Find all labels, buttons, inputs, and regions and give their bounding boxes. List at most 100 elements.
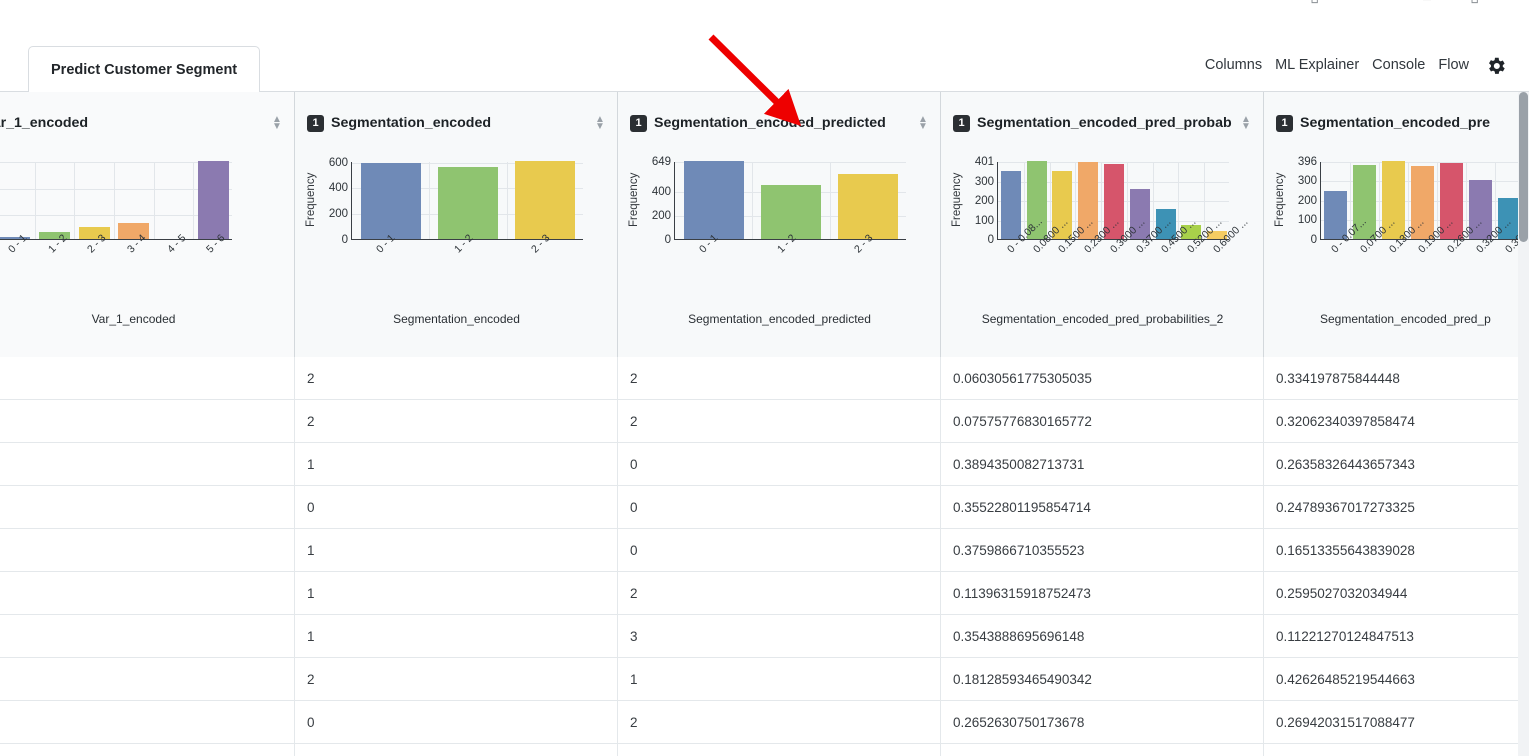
x-axis-ticks: 0 - 11 - 22 - 3 (351, 232, 583, 289)
clipped-icon-1[interactable]: ✎ (1258, 0, 1272, 6)
y-tick-label: 0 (987, 234, 994, 246)
table-cell[interactable]: 2 (295, 400, 618, 443)
table-cell[interactable] (0, 400, 295, 443)
table-cell[interactable]: 0.2595027032034944 (1264, 572, 1529, 615)
chart-bar (515, 161, 576, 239)
table-cell[interactable]: 2 (618, 701, 941, 744)
table-cell[interactable] (0, 572, 295, 615)
console-button[interactable]: Console (1372, 57, 1425, 73)
table-cell[interactable]: 2 (618, 572, 941, 615)
table-row[interactable]: 0 2 0.2652630750173678 0.26942031517088477 (0, 701, 1529, 744)
table-cell[interactable]: 0.18128593465490342 (941, 658, 1264, 701)
table-row[interactable]: 0 0 0.35522801195854714 0.24789367017273325 (0, 486, 1529, 529)
table-cell[interactable]: 0.11396315918752473 (941, 572, 1264, 615)
chart-bar (197, 161, 229, 239)
table-cell[interactable]: 0.3759866710355523 (941, 529, 1264, 572)
table-cell[interactable]: 0.11221270124847513 (1264, 615, 1529, 658)
table-cell[interactable]: 0.3543888695696148 (941, 615, 1264, 658)
table-cell[interactable]: 0.16513355643839028 (1264, 529, 1529, 572)
table-row[interactable]: 1 2 0.11396315918752473 0.2595027032034944 (0, 572, 1529, 615)
column-header-bar: 1Segmentation_encoded_pre▲▼ (1264, 92, 1529, 136)
vertical-scrollbar-thumb[interactable] (1519, 92, 1528, 242)
table-row[interactable]: 1 0 0.3759866710355523 0.16513355643839028 (0, 529, 1529, 572)
table-cell[interactable]: 3 (618, 615, 941, 658)
table-cell[interactable]: 0 (618, 486, 941, 529)
data-grid[interactable]: Var_1_encoded ▲▼ 53400050000 - 11 - 22 - 3… (0, 92, 1529, 756)
y-axis-ticks: 649 400 200 0 (634, 156, 671, 246)
column-header-2[interactable]: 1 Segmentation_encoded_predicted ▲ ▼ Frequen… (618, 92, 941, 357)
clipped-icon-3[interactable]: ■ (1422, 0, 1432, 6)
sort-toggle-icon[interactable]: ▲ ▼ (1239, 115, 1253, 132)
y-tick-label: 401 (974, 156, 994, 168)
flow-button[interactable]: Flow (1438, 57, 1469, 73)
table-row[interactable]: 2 2 0.07575776830165772 0.32062340397858474 (0, 400, 1529, 443)
ml-explainer-button[interactable]: ML Explainer (1275, 57, 1359, 73)
table-cell[interactable]: 0 (618, 529, 941, 572)
table-cell[interactable]: 1 (618, 658, 941, 701)
table-cell[interactable]: 0 (618, 443, 941, 486)
gear-icon[interactable] (1485, 55, 1507, 77)
table-cell[interactable]: 0.42626485219544663 (1264, 658, 1529, 701)
tab-predict-customer-segment[interactable]: Predict Customer Segment (28, 46, 261, 93)
table-cell[interactable]: 2 (295, 357, 618, 400)
table-cell[interactable] (0, 357, 295, 400)
table-cell[interactable]: 1 (295, 529, 618, 572)
y-axis-ticks: 401 300 200 100 0 (957, 156, 994, 246)
table-cell[interactable]: 1 (295, 572, 618, 615)
table-row[interactable] (0, 744, 1529, 756)
table-cell[interactable] (0, 486, 295, 529)
table-cell[interactable]: 2 (618, 357, 941, 400)
table-row[interactable]: 2 1 0.18128593465490342 0.42626485219544663 (0, 658, 1529, 701)
table-cell[interactable] (0, 744, 295, 756)
table-cell[interactable]: 0 (295, 701, 618, 744)
column-header-bar: 1 Segmentation_encoded_pred_probabilities… (941, 92, 1263, 136)
vertical-scrollbar[interactable] (1518, 92, 1529, 756)
table-cell[interactable]: 0.334197875844448 (1264, 357, 1529, 400)
sort-toggle-icon[interactable]: ▲ ▼ (593, 115, 607, 132)
y-tick-label: 649 (651, 156, 671, 168)
table-row[interactable]: 1 3 0.3543888695696148 0.11221270124847513 (0, 615, 1529, 658)
column-header-3[interactable]: 1 Segmentation_encoded_pred_probabilities… (941, 92, 1264, 357)
table-cell[interactable] (0, 658, 295, 701)
table-cell[interactable] (295, 744, 618, 756)
column-header-1[interactable]: 1 Segmentation_encoded ▲ ▼ Frequency 600 400 20… (295, 92, 618, 357)
columns-button[interactable]: Columns (1205, 57, 1262, 73)
table-cell[interactable]: 0.26942031517088477 (1264, 701, 1529, 744)
table-row[interactable]: 1 0 0.3894350082713731 0.26358326443657343 (0, 443, 1529, 486)
table-cell[interactable]: 0.35522801195854714 (941, 486, 1264, 529)
clipped-icon-2[interactable]: ▯ (1310, 0, 1319, 6)
table-cell[interactable] (0, 615, 295, 658)
table-cell[interactable]: 2 (618, 400, 941, 443)
column-index-badge: 1 (953, 114, 970, 132)
table-cell[interactable] (1264, 744, 1529, 756)
table-cell[interactable]: 1 (295, 443, 618, 486)
sort-toggle-icon[interactable]: ▲ ▼ (270, 115, 284, 132)
column-header-0[interactable]: Var_1_encoded ▲▼ 53400050000 - 11 - 22 - 3… (0, 92, 295, 357)
sort-toggle-icon[interactable]: ▲ ▼ (916, 115, 930, 132)
column-header-4[interactable]: 1Segmentation_encoded_pre▲▼Frequency3963… (1264, 92, 1529, 357)
y-tick-label: 100 (974, 214, 994, 227)
chart-bar (360, 163, 421, 239)
column-index-badge: 1 (307, 114, 324, 132)
column-name: Segmentation_encoded_pre (1300, 115, 1491, 131)
table-cell[interactable] (941, 744, 1264, 756)
y-axis-ticks: 396 300 200 100 0 (1280, 156, 1317, 246)
table-cell[interactable]: 0.2652630750173678 (941, 701, 1264, 744)
table-cell[interactable]: 0.26358326443657343 (1264, 443, 1529, 486)
table-row[interactable]: 2 2 0.06030561775305035 0.334197875844448 (0, 357, 1529, 400)
table-cell[interactable]: 0.07575776830165772 (941, 400, 1264, 443)
table-cell[interactable]: 2 (295, 658, 618, 701)
table-cell[interactable] (0, 529, 295, 572)
table-cell[interactable]: 0.06030561775305035 (941, 357, 1264, 400)
table-cell[interactable] (618, 744, 941, 756)
table-cell[interactable]: 1 (295, 615, 618, 658)
table-cell[interactable] (0, 701, 295, 744)
clipped-icon-4[interactable]: ▯ (1470, 0, 1479, 6)
table-cell[interactable] (0, 443, 295, 486)
table-cell[interactable]: 0.32062340397858474 (1264, 400, 1529, 443)
table-cell[interactable]: 0.24789367017273325 (1264, 486, 1529, 529)
table-cell[interactable]: 0 (295, 486, 618, 529)
clipped-top-toolbar: ✎ ▯ ■ ▯ (1190, 0, 1490, 6)
x-axis-label: Segmentation_encoded_pred_p (1320, 312, 1491, 326)
table-cell[interactable]: 0.3894350082713731 (941, 443, 1264, 486)
